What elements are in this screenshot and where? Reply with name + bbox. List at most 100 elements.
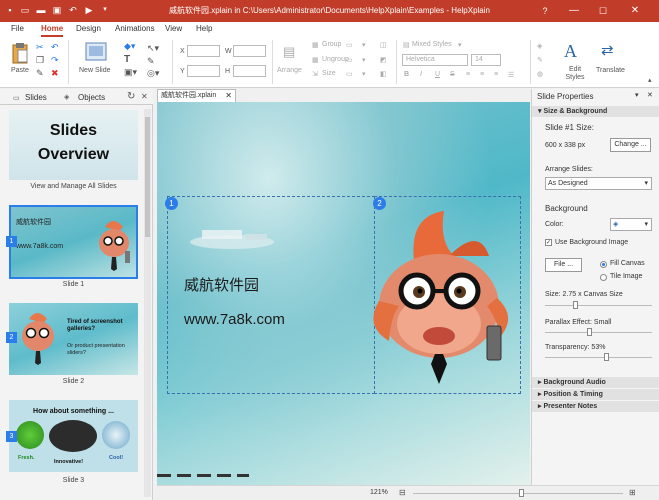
rotate-icon[interactable]: ◩ xyxy=(380,56,387,64)
close-button[interactable]: ✕ xyxy=(626,3,644,19)
cut-icon[interactable]: ✂ xyxy=(36,42,44,53)
translate-label[interactable]: Translate xyxy=(596,67,625,74)
tile-image-radio[interactable] xyxy=(600,274,607,281)
align-left-icon[interactable]: ≡ xyxy=(466,71,470,78)
tab-design[interactable]: Design xyxy=(76,24,101,33)
distribute-icon[interactable]: ▭ xyxy=(346,56,353,64)
canvas-heading-text[interactable]: 威航软件园 xyxy=(184,274,259,295)
redo-ribbon-icon[interactable]: ↷ xyxy=(51,55,59,66)
collapse-ribbon-icon[interactable]: ▴ xyxy=(648,76,652,84)
text-frame[interactable] xyxy=(167,196,375,394)
panel-close-icon[interactable]: ✕ xyxy=(647,91,653,99)
translate-icon[interactable]: ⇄ xyxy=(601,41,614,59)
use-bg-image-checkbox[interactable]: ✓ xyxy=(545,239,552,246)
panel-close-icon[interactable]: ✕ xyxy=(141,92,148,101)
section-presenter-notes[interactable]: ▸ Presenter Notes xyxy=(532,401,659,412)
maximize-button[interactable]: ☐ xyxy=(594,3,612,19)
slide-canvas[interactable]: 威航软件园 www.7a8k.com 1 2 xyxy=(157,102,530,485)
align-right-icon[interactable]: ≡ xyxy=(494,71,498,78)
zoom-slider[interactable] xyxy=(413,493,623,494)
object-badge-1[interactable]: 1 xyxy=(165,197,178,210)
tab-file[interactable]: File xyxy=(11,24,24,33)
text-tool-icon[interactable]: T xyxy=(124,54,130,65)
file-button[interactable]: File ... xyxy=(545,258,582,272)
refresh-icon[interactable]: ↻ xyxy=(127,91,135,102)
tab-view[interactable]: View xyxy=(165,24,182,33)
delete-icon[interactable]: ✖ xyxy=(51,68,59,79)
h-input[interactable] xyxy=(233,65,266,77)
color-picker[interactable]: ◈ ▾ xyxy=(610,218,652,231)
mixed-styles-chevron-icon[interactable]: ▾ xyxy=(458,41,462,49)
tab-objects[interactable]: Objects xyxy=(78,93,105,102)
section-size-background[interactable]: ▾ Size & Background xyxy=(532,106,659,117)
canvas-size-slider[interactable] xyxy=(545,305,652,306)
mixed-styles-dropdown[interactable]: Mixed Styles xyxy=(412,41,452,48)
parallax-slider[interactable] xyxy=(545,332,652,333)
format-painter-icon[interactable]: ✎ xyxy=(36,68,44,79)
w-input[interactable] xyxy=(233,45,266,57)
arrange-icon[interactable]: ▤ xyxy=(283,44,295,60)
new-slide-icon[interactable] xyxy=(85,42,107,62)
canvas-url-text[interactable]: www.7a8k.com xyxy=(184,311,285,328)
size-button[interactable]: Size xyxy=(322,70,336,77)
scrollbar-thumb[interactable] xyxy=(145,117,150,237)
edit-styles-icon[interactable]: A xyxy=(564,41,577,62)
fish-image[interactable] xyxy=(369,206,519,386)
align-dropdown-icon[interactable]: ▾ xyxy=(362,41,366,49)
effects-icon[interactable]: ◍ xyxy=(537,70,543,78)
panel-pin-icon[interactable]: ▾ xyxy=(635,91,639,99)
shapes-icon[interactable]: ◆▾ xyxy=(124,41,135,52)
minimize-button[interactable]: — xyxy=(565,3,583,19)
fill-canvas-radio[interactable] xyxy=(600,261,607,268)
slides-scrollbar[interactable] xyxy=(144,109,151,497)
undo-ribbon-icon[interactable]: ↶ xyxy=(51,42,59,53)
font-family-select[interactable]: Helvetica xyxy=(402,54,468,66)
arrange-label[interactable]: Arrange xyxy=(277,67,302,74)
close-tab-icon[interactable]: ✕ xyxy=(225,90,232,102)
slide-thumbnail-2[interactable]: Tired of screenshot galleries? Or produc… xyxy=(9,303,138,375)
ungroup-button[interactable]: Ungroup xyxy=(322,56,349,63)
tab-slides[interactable]: Slides xyxy=(25,93,47,102)
zoom-out-icon[interactable]: ⊟ xyxy=(399,488,406,497)
strikethrough-button[interactable]: S xyxy=(450,71,455,78)
arrange-slides-select[interactable]: As Designed ▾ xyxy=(545,177,652,190)
font-size-select[interactable]: 14 xyxy=(471,54,501,66)
group-button[interactable]: Group xyxy=(322,41,341,48)
line-color-icon[interactable]: ✎ xyxy=(537,56,543,64)
zoom-slider-knob[interactable] xyxy=(519,489,524,497)
flip-icon[interactable]: ◫ xyxy=(380,41,387,49)
overview-thumbnail[interactable]: Slides Overview xyxy=(9,110,138,180)
bold-button[interactable]: B xyxy=(404,71,409,78)
lock-icon[interactable]: ◧ xyxy=(380,70,387,78)
copy-icon[interactable]: ❐ xyxy=(36,55,44,66)
document-tab[interactable]: 威航软件园.xplain ✕ xyxy=(157,89,236,102)
transparency-slider[interactable] xyxy=(545,357,652,358)
pointer-tool-icon[interactable]: ↖▾ xyxy=(147,43,159,54)
section-background-audio[interactable]: ▸ Background Audio xyxy=(532,377,659,388)
align-icon[interactable]: ▭ xyxy=(346,41,353,49)
order-icon[interactable]: ▭ xyxy=(346,70,353,78)
zoom-in-icon[interactable]: ⊞ xyxy=(629,488,636,497)
underline-button[interactable]: U xyxy=(435,71,440,78)
help-icon[interactable]: ? xyxy=(536,3,554,19)
fill-color-icon[interactable]: ◈ xyxy=(537,42,542,50)
slide-thumbnail-3[interactable]: How about something ... Fresh. Innovativ… xyxy=(9,400,138,472)
y-input[interactable] xyxy=(187,65,220,77)
tab-animations[interactable]: Animations xyxy=(115,24,155,33)
change-size-button[interactable]: Change ... xyxy=(610,138,651,152)
align-center-icon[interactable]: ≡ xyxy=(480,71,484,78)
callout-tool-icon[interactable]: ◎▾ xyxy=(147,68,159,79)
italic-button[interactable]: I xyxy=(420,71,422,78)
tab-home[interactable]: Home xyxy=(41,24,63,33)
parallax-knob[interactable] xyxy=(587,328,592,336)
order-dropdown-icon[interactable]: ▾ xyxy=(362,70,366,78)
slide-thumbnail-1[interactable]: 威航软件园 www.7a8k.com xyxy=(9,205,138,279)
section-position-timing[interactable]: ▸ Position & Timing xyxy=(532,389,659,400)
x-input[interactable] xyxy=(187,45,220,57)
canvas-size-knob[interactable] xyxy=(573,301,578,309)
paste-icon[interactable] xyxy=(11,42,29,64)
transparency-knob[interactable] xyxy=(604,353,609,361)
bullet-list-icon[interactable]: ☰ xyxy=(508,71,514,79)
tab-help[interactable]: Help xyxy=(196,24,212,33)
image-tool-icon[interactable]: ▣▾ xyxy=(124,67,137,78)
